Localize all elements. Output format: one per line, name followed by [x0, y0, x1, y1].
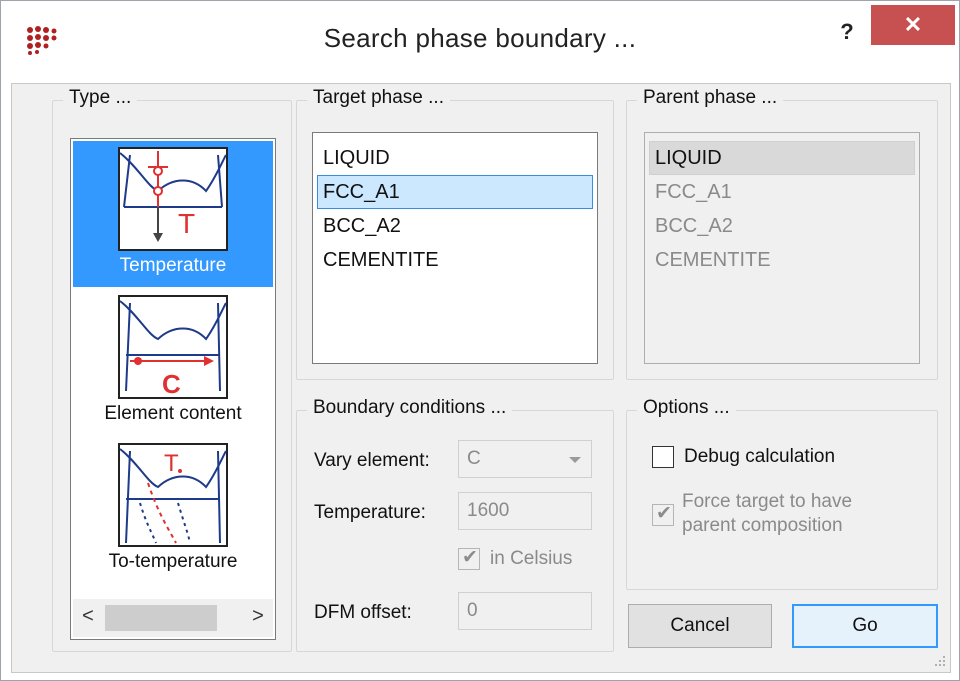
- type-item-to-temperature[interactable]: T To-temperature: [73, 437, 273, 583]
- dfm-offset-input[interactable]: 0: [458, 592, 592, 630]
- vary-element-value: C: [467, 448, 481, 469]
- debug-calculation-checkbox[interactable]: [652, 446, 674, 468]
- temperature-phase-diagram-icon: T: [118, 147, 228, 251]
- checkmark-icon: ✔: [656, 503, 672, 524]
- type-item-element-content[interactable]: C Element content: [73, 289, 273, 435]
- close-button[interactable]: ✕: [871, 5, 955, 45]
- list-item[interactable]: LIQUID: [649, 141, 915, 175]
- cancel-button[interactable]: Cancel: [628, 604, 772, 648]
- svg-text:C: C: [162, 369, 181, 399]
- type-item-label: To-temperature: [108, 551, 238, 572]
- dialog-client-area: Type ... T Temperature C Element content…: [11, 83, 951, 673]
- list-item[interactable]: FCC_A1: [649, 175, 915, 209]
- list-item[interactable]: CEMENTITE: [317, 243, 593, 277]
- chevron-down-icon: [569, 457, 581, 463]
- in-celsius-label: in Celsius: [490, 548, 573, 569]
- list-item[interactable]: LIQUID: [317, 141, 593, 175]
- dialog-window: Search phase boundary ... ? ✕ Type ... T…: [0, 0, 960, 681]
- vary-element-label: Vary element:: [314, 450, 430, 471]
- vary-element-select[interactable]: C: [458, 440, 592, 478]
- list-item[interactable]: BCC_A2: [317, 209, 593, 243]
- parent-phase-list[interactable]: LIQUID FCC_A1 BCC_A2 CEMENTITE: [644, 132, 920, 364]
- boundary-conditions-title: Boundary conditions ...: [307, 397, 513, 419]
- scroll-right-icon[interactable]: >: [245, 605, 271, 628]
- checkmark-icon: ✔: [462, 547, 478, 568]
- scroll-thumb[interactable]: [105, 605, 217, 631]
- help-button[interactable]: ?: [831, 17, 863, 47]
- target-phase-list[interactable]: LIQUID FCC_A1 BCC_A2 CEMENTITE: [312, 132, 598, 364]
- in-celsius-checkbox[interactable]: ✔: [458, 547, 480, 570]
- horizontal-scrollbar[interactable]: < >: [73, 599, 273, 637]
- go-button[interactable]: Go: [792, 604, 938, 648]
- dfm-offset-label: DFM offset:: [314, 602, 412, 623]
- target-phase-title: Target phase ...: [307, 87, 450, 109]
- force-target-label-line2: parent composition: [682, 515, 843, 536]
- type-item-temperature[interactable]: T Temperature: [73, 141, 273, 287]
- temperature-input[interactable]: 1600: [458, 492, 592, 530]
- temperature-label: Temperature:: [314, 502, 426, 523]
- type-list[interactable]: T Temperature C Element content T To-tem…: [70, 138, 276, 640]
- list-item[interactable]: FCC_A1: [317, 175, 593, 209]
- debug-calculation-label: Debug calculation: [684, 446, 836, 467]
- force-target-label-line1: Force target to have: [682, 491, 853, 512]
- to-temperature-phase-diagram-icon: T: [118, 443, 228, 547]
- scroll-left-icon[interactable]: <: [75, 605, 101, 628]
- force-target-checkbox[interactable]: ✔: [652, 503, 674, 526]
- title-bar[interactable]: Search phase boundary ... ? ✕: [1, 1, 959, 83]
- type-group-title: Type ...: [63, 87, 138, 109]
- force-target-label: Force target to have parent composition: [682, 490, 852, 538]
- svg-text:T: T: [164, 450, 179, 477]
- list-item[interactable]: BCC_A2: [649, 209, 915, 243]
- type-item-label: Temperature: [119, 255, 227, 276]
- svg-text:T: T: [178, 208, 195, 239]
- resize-grip-icon[interactable]: [932, 654, 946, 668]
- element-content-phase-diagram-icon: C: [118, 295, 228, 399]
- type-item-label: Element content: [104, 403, 242, 424]
- options-title: Options ...: [637, 397, 736, 419]
- window-title: Search phase boundary ...: [323, 23, 637, 53]
- parent-phase-title: Parent phase ...: [637, 87, 784, 109]
- list-item[interactable]: CEMENTITE: [649, 243, 915, 277]
